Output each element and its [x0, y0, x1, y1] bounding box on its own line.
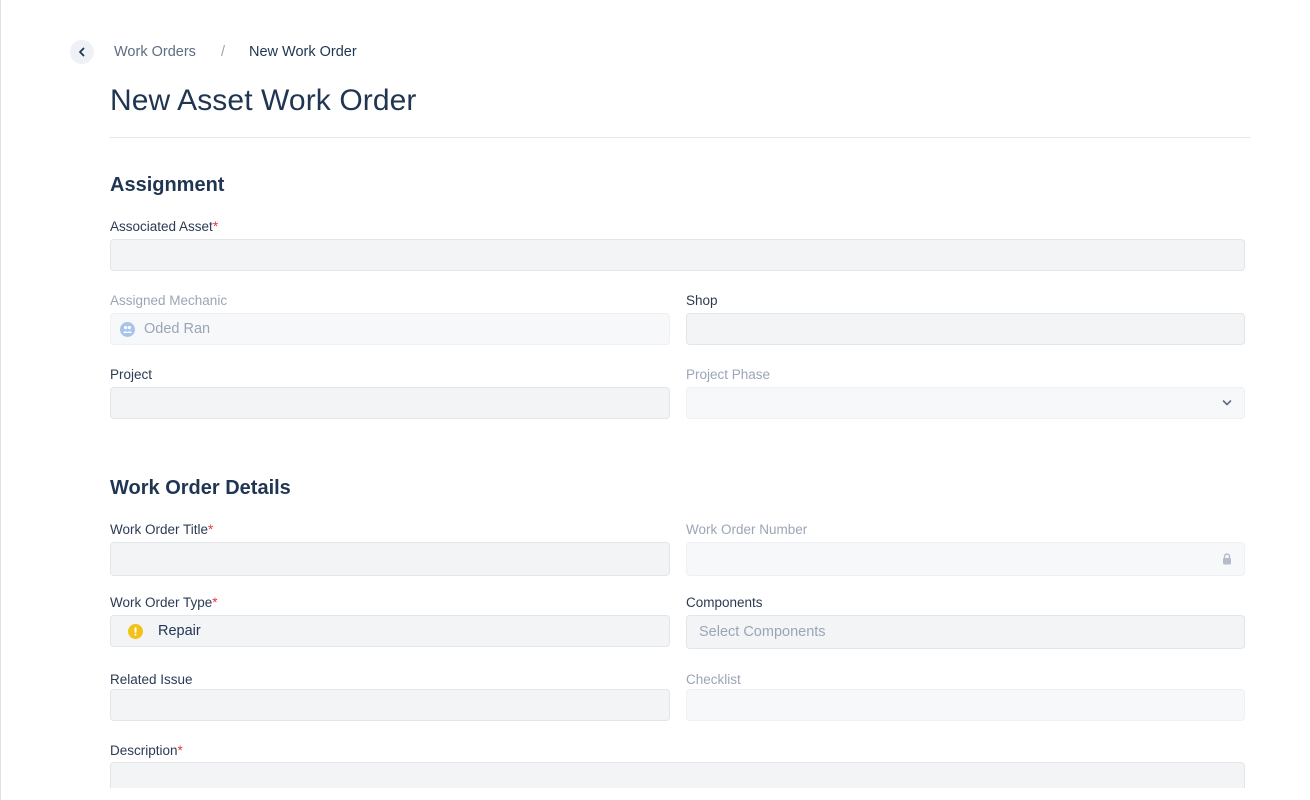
work-order-type-label: Work Order Type*: [110, 595, 218, 610]
required-marker: *: [212, 595, 218, 610]
breadcrumb-separator: /: [221, 44, 226, 60]
section-title-assignment: Assignment: [110, 174, 225, 196]
associated-asset-input[interactable]: [110, 239, 1245, 271]
breadcrumb-current: New Work Order: [249, 44, 357, 60]
back-button[interactable]: [70, 40, 94, 64]
lock-icon: [1222, 553, 1232, 565]
description-label: Description*: [110, 743, 183, 758]
left-divider: [0, 0, 1, 800]
breadcrumb-work-orders[interactable]: Work Orders: [114, 43, 196, 61]
checklist-label: Checklist: [686, 672, 741, 687]
exclamation-icon: [128, 623, 143, 639]
shop-label: Shop: [686, 293, 718, 308]
work-order-number-label: Work Order Number: [686, 522, 808, 537]
chevron-left-icon: [79, 47, 85, 57]
components-select[interactable]: Select Components: [686, 615, 1245, 649]
required-marker: *: [177, 743, 183, 758]
related-issue-input[interactable]: [110, 689, 670, 721]
work-order-type-value: Repair: [158, 623, 201, 639]
assigned-mechanic-label: Assigned Mechanic: [110, 293, 228, 308]
chevron-down-icon: [1222, 400, 1232, 407]
work-order-title-input[interactable]: [110, 542, 670, 576]
assigned-mechanic-value: Oded Ran: [144, 321, 211, 337]
page-title: New Asset Work Order: [110, 84, 417, 117]
project-input[interactable]: [110, 387, 670, 419]
work-order-number-field: [686, 542, 1245, 576]
components-label: Components: [686, 595, 763, 610]
work-order-type-select[interactable]: Repair: [110, 615, 670, 647]
description-input[interactable]: [110, 762, 1245, 788]
project-label: Project: [110, 367, 153, 382]
work-order-title-label: Work Order Title*: [110, 522, 214, 537]
shop-input[interactable]: [686, 313, 1245, 345]
associated-asset-label: Associated Asset*: [110, 219, 219, 234]
required-marker: *: [208, 522, 214, 537]
people-icon: [120, 321, 135, 337]
section-title-details: Work Order Details: [110, 477, 291, 499]
checklist-field: [686, 689, 1245, 721]
project-phase-select: [686, 387, 1245, 419]
required-marker: *: [212, 219, 219, 234]
related-issue-label: Related Issue: [110, 672, 193, 687]
project-phase-label: Project Phase: [686, 367, 771, 382]
components-placeholder: Select Components: [699, 624, 826, 640]
assigned-mechanic-field: Oded Ran: [110, 313, 670, 345]
title-divider: [110, 137, 1250, 138]
